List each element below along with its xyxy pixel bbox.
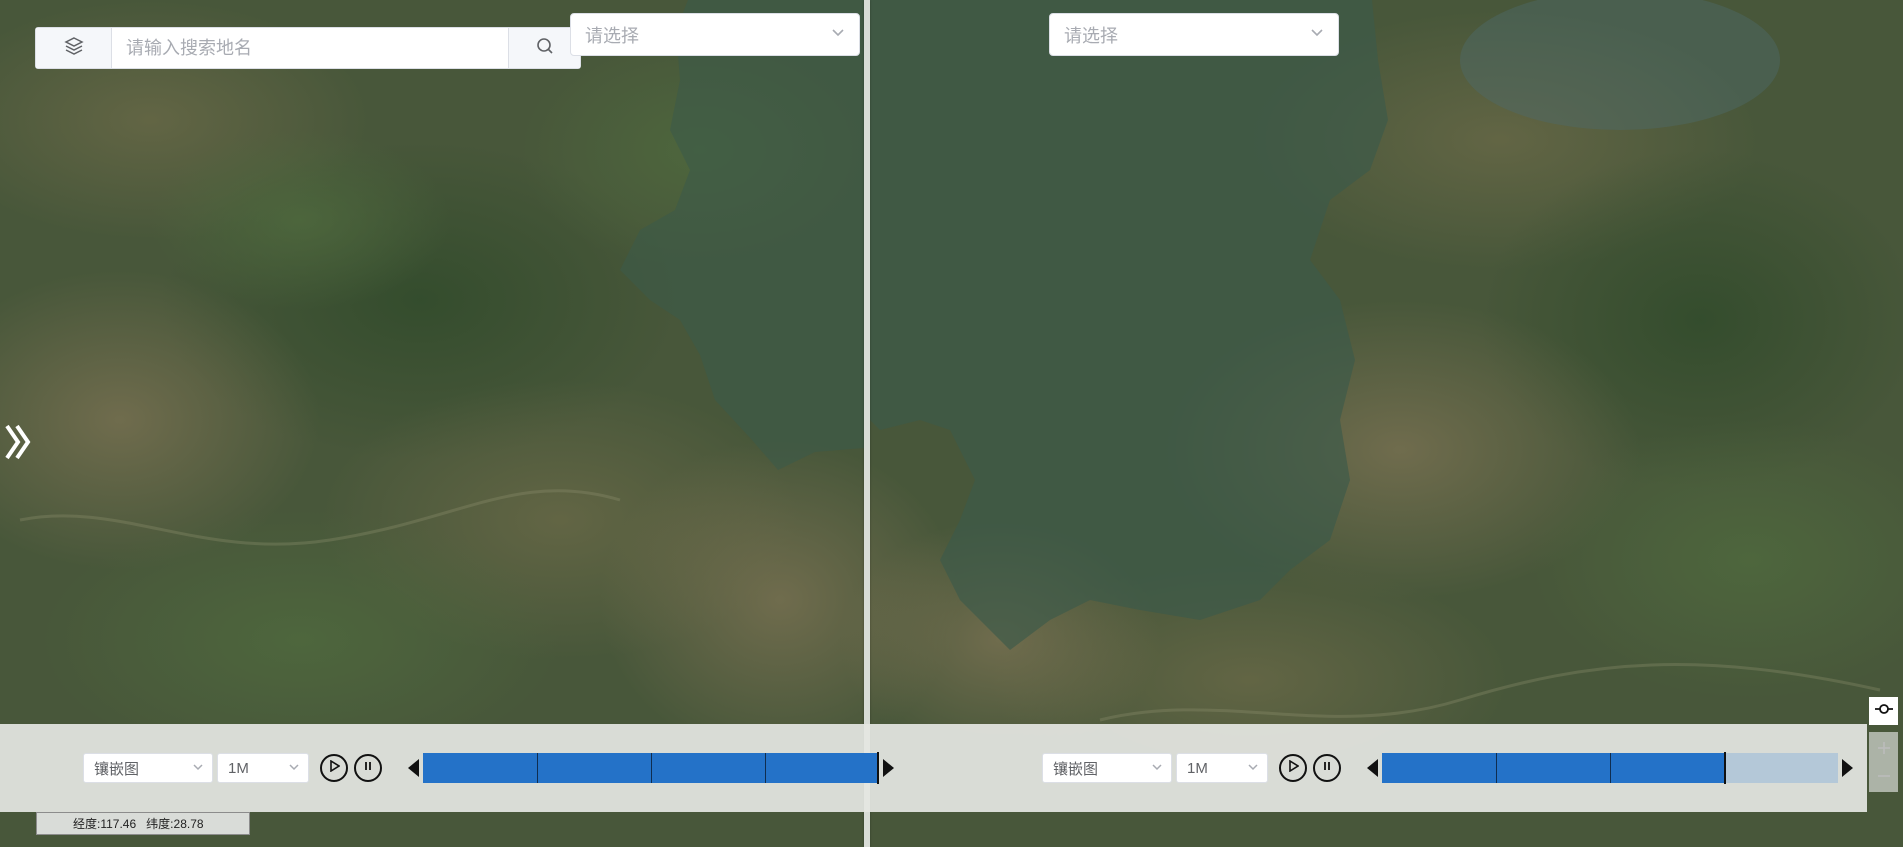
- right-timeline-track[interactable]: [1382, 752, 1838, 784]
- swipe-compare-icon: [1874, 702, 1894, 721]
- swipe-divider[interactable]: [864, 0, 870, 847]
- play-icon: [1287, 759, 1300, 777]
- right-layer-type-value: 镶嵌图: [1053, 760, 1099, 778]
- left-resolution-value: 1M: [228, 759, 249, 777]
- double-chevron-right-icon: [4, 422, 32, 467]
- chevron-down-icon: [1151, 760, 1163, 777]
- timeline-segment-tick: [1496, 753, 1497, 783]
- chevron-down-icon: [1310, 25, 1324, 44]
- right-layer-type-select[interactable]: 镶嵌图: [1042, 753, 1172, 783]
- chevron-down-icon: [831, 25, 845, 44]
- zoom-control: [1869, 732, 1898, 792]
- coordinate-readout: 经度: 117.46 纬度: 28.78: [36, 812, 250, 835]
- right-select-placeholder: 请选择: [1064, 25, 1118, 46]
- right-resolution-value: 1M: [1187, 759, 1208, 777]
- play-icon: [328, 759, 341, 777]
- chevron-down-icon: [192, 760, 204, 777]
- timeline-segment-tick: [537, 753, 538, 783]
- minus-icon[interactable]: [1877, 762, 1891, 790]
- timeline-handle[interactable]: [1724, 752, 1726, 784]
- timeline-handle[interactable]: [877, 752, 879, 784]
- search-bar: [35, 27, 581, 69]
- timeline-segment-tick: [651, 753, 652, 783]
- pause-icon: [362, 759, 374, 777]
- left-select-placeholder: 请选择: [585, 25, 639, 46]
- right-next-button[interactable]: [1842, 759, 1853, 777]
- left-pause-button[interactable]: [354, 754, 382, 782]
- lon-value: 117.46: [100, 816, 137, 831]
- right-timeline-bar: 镶嵌图 1M: [954, 724, 1867, 812]
- lon-label: 经度:: [73, 817, 101, 831]
- right-pause-button[interactable]: [1313, 754, 1341, 782]
- left-prev-button[interactable]: [408, 759, 419, 777]
- pause-icon: [1321, 759, 1333, 777]
- right-layer-select[interactable]: 请选择: [1049, 13, 1339, 56]
- left-resolution-select[interactable]: 1M: [217, 753, 309, 783]
- satellite-map[interactable]: [0, 0, 1903, 847]
- search-icon: [536, 37, 554, 60]
- swipe-compare-button[interactable]: [1869, 697, 1898, 725]
- layers-button[interactable]: [36, 28, 112, 68]
- left-layer-select[interactable]: 请选择: [570, 13, 860, 56]
- left-layer-type-select[interactable]: 镶嵌图: [83, 753, 213, 783]
- left-timeline-bar: 镶嵌图 1M: [0, 724, 954, 812]
- timeline-segment-tick: [765, 753, 766, 783]
- chevron-down-icon: [1247, 760, 1259, 777]
- search-input[interactable]: [112, 28, 508, 68]
- chevron-down-icon: [288, 760, 300, 777]
- left-next-button[interactable]: [883, 759, 894, 777]
- right-prev-button[interactable]: [1367, 759, 1378, 777]
- right-timeline-fill: [1382, 753, 1724, 783]
- timeline-segment-tick: [1610, 753, 1611, 783]
- left-play-button[interactable]: [320, 754, 348, 782]
- left-timeline-track[interactable]: [423, 752, 879, 784]
- lat-label: 纬度:: [146, 817, 174, 831]
- layers-icon: [63, 36, 84, 61]
- expand-panel-button[interactable]: [4, 423, 34, 465]
- right-resolution-select[interactable]: 1M: [1176, 753, 1268, 783]
- lat-value: 28.78: [173, 816, 204, 831]
- right-play-button[interactable]: [1279, 754, 1307, 782]
- plus-icon[interactable]: [1877, 734, 1891, 762]
- left-layer-type-value: 镶嵌图: [94, 760, 140, 778]
